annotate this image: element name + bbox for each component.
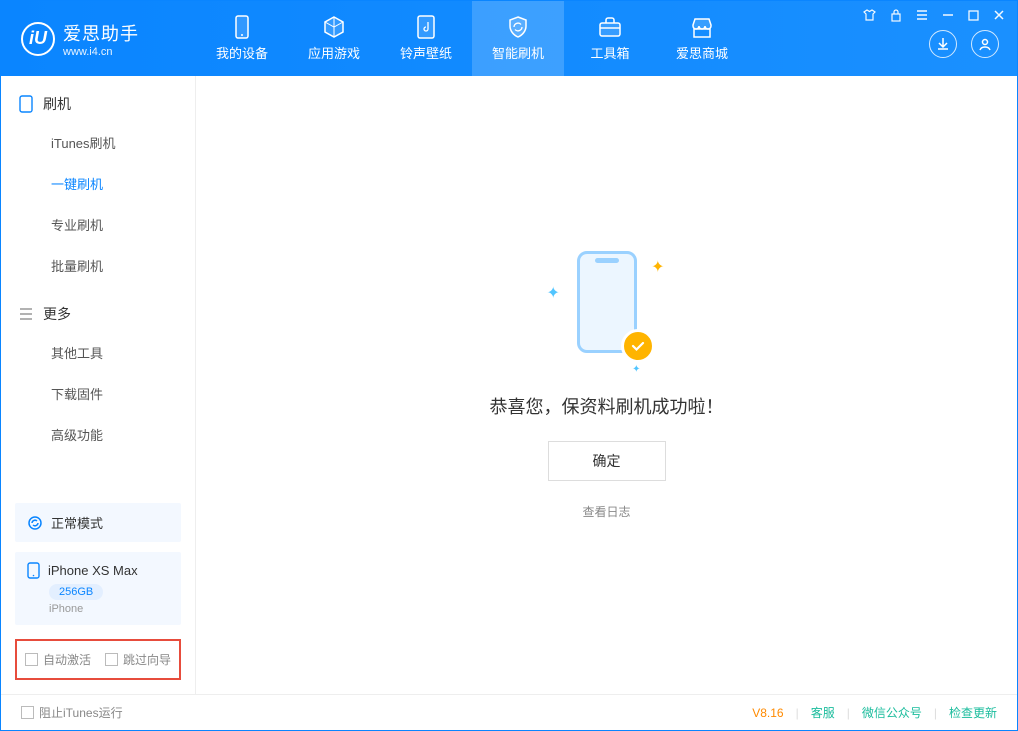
cube-icon [322,15,346,39]
checkbox-icon [105,653,118,666]
app-title: 爱思助手 [63,20,139,46]
tab-label: 应用游戏 [308,43,360,62]
checkbox-label: 阻止iTunes运行 [39,704,123,721]
tab-label: 工具箱 [590,43,629,62]
tab-label: 我的设备 [216,43,268,62]
checkbox-block-itunes[interactable]: 阻止iTunes运行 [21,704,123,721]
tab-label: 智能刷机 [492,43,544,62]
success-illustration: ✦ ✦ ✦ [547,251,667,371]
header: iU 爱思助手 www.i4.cn 我的设备 应用游戏 铃声壁纸 智能刷机 工具… [1,1,1017,76]
device-mode-status[interactable]: 正常模式 [15,503,181,542]
tab-smart-flash[interactable]: 智能刷机 [472,1,564,76]
tab-my-device[interactable]: 我的设备 [196,1,288,76]
sidebar-item-itunes-flash[interactable]: iTunes刷机 [1,122,195,163]
download-button[interactable] [929,30,957,58]
version-label: V8.16 [752,706,783,720]
user-button[interactable] [971,30,999,58]
checkbox-icon [21,706,34,719]
group-title: 更多 [43,304,71,324]
lock-icon[interactable] [890,9,902,25]
view-log-link[interactable]: 查看日志 [582,503,630,520]
group-title: 刷机 [43,94,71,114]
tab-toolbox[interactable]: 工具箱 [564,1,656,76]
shirt-icon[interactable] [863,9,876,25]
sidebar-item-download-firmware[interactable]: 下载固件 [1,373,195,414]
app-logo-icon: iU [21,22,55,56]
checkbox-auto-activate[interactable]: 自动激活 [25,651,91,668]
music-file-icon [414,15,438,39]
checkmark-badge-icon [621,329,655,363]
sidebar-item-pro-flash[interactable]: 专业刷机 [1,204,195,245]
tab-store[interactable]: 爱思商城 [656,1,748,76]
tab-label: 铃声壁纸 [400,43,452,62]
refresh-icon [27,515,43,531]
sparkle-icon: ✦ [547,283,560,303]
checkbox-icon [25,653,38,666]
nav-tabs: 我的设备 应用游戏 铃声壁纸 智能刷机 工具箱 爱思商城 [196,1,748,76]
wechat-link[interactable]: 微信公众号 [862,704,922,721]
sidebar-item-other-tools[interactable]: 其他工具 [1,332,195,373]
device-name: iPhone XS Max [48,563,138,578]
tab-ringtones[interactable]: 铃声壁纸 [380,1,472,76]
user-icon [978,37,992,51]
phone-icon [230,15,254,39]
close-button[interactable] [993,9,1005,25]
checkbox-label: 跳过向导 [123,651,171,668]
tab-apps-games[interactable]: 应用游戏 [288,1,380,76]
mode-label: 正常模式 [51,513,103,532]
device-icon [27,562,40,579]
logo-block: iU 爱思助手 www.i4.cn [1,20,196,58]
header-actions [929,30,999,58]
minimize-button[interactable] [942,9,954,25]
sidebar-item-onekey-flash[interactable]: 一键刷机 [1,163,195,204]
check-update-link[interactable]: 检查更新 [949,704,997,721]
sidebar-group-flash: 刷机 [1,76,195,122]
window-controls [863,9,1005,25]
maximize-button[interactable] [968,9,979,25]
sidebar: 刷机 iTunes刷机 一键刷机 专业刷机 批量刷机 更多 其他工具 下载固件 … [1,76,196,694]
sidebar-item-batch-flash[interactable]: 批量刷机 [1,245,195,286]
sparkle-icon: ✦ [651,257,664,277]
list-icon [19,307,33,321]
sidebar-group-more: 更多 [1,286,195,332]
support-link[interactable]: 客服 [811,704,835,721]
success-message: 恭喜您，保资料刷机成功啦！ [490,393,724,419]
statusbar: 阻止iTunes运行 V8.16 | 客服 | 微信公众号 | 检查更新 [1,694,1017,730]
checkbox-skip-guide[interactable]: 跳过向导 [105,651,171,668]
phone-outline-icon [19,95,33,113]
tab-label: 爱思商城 [676,43,728,62]
download-icon [936,37,950,51]
highlighted-options: 自动激活 跳过向导 [15,639,181,680]
shop-icon [690,15,714,39]
sparkle-icon: ✦ [632,364,640,375]
device-type: iPhone [49,603,169,615]
shield-refresh-icon [506,15,530,39]
device-capacity: 256GB [49,584,103,600]
main-panel: ✦ ✦ ✦ 恭喜您，保资料刷机成功啦！ 确定 查看日志 [196,76,1017,694]
device-card[interactable]: iPhone XS Max 256GB iPhone [15,552,181,625]
checkbox-label: 自动激活 [43,651,91,668]
ok-button[interactable]: 确定 [548,441,666,481]
menu-icon[interactable] [916,9,928,25]
app-subtitle: www.i4.cn [63,46,139,58]
sidebar-item-advanced[interactable]: 高级功能 [1,414,195,455]
toolbox-icon [598,15,622,39]
